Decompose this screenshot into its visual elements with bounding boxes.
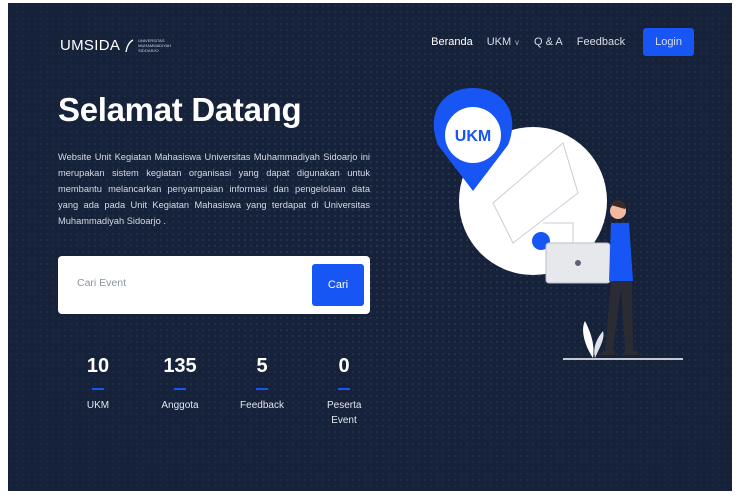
stat-value: 0 [338, 355, 350, 377]
stat-peserta-event: 0 Peserta Event [314, 355, 374, 428]
nav-item-ukm[interactable]: UKM ∨ [487, 36, 520, 48]
plant-icon [583, 321, 594, 358]
brand-logo[interactable]: UMSIDA UNIVERSITAS MUHAMMADIYAH SIDOARJO [60, 37, 178, 54]
brand-name: UMSIDA [60, 37, 121, 54]
stat-value: 5 [256, 355, 268, 377]
chevron-down-icon: ∨ [514, 37, 521, 47]
nav-item-beranda[interactable]: Beranda [431, 36, 473, 48]
search-button[interactable]: Cari [312, 264, 364, 306]
login-button[interactable]: Login [643, 28, 694, 56]
stat-ukm: 10 UKM [68, 355, 128, 413]
hero-illustration: UKM [433, 88, 683, 360]
stat-feedback: 5 Feedback [232, 355, 292, 413]
hero-description: Website Unit Kegiatan Mahasiswa Universi… [58, 152, 370, 226]
stat-value: 135 [163, 355, 197, 377]
pin-label: UKM [455, 128, 491, 145]
logo-swoosh-icon [125, 38, 134, 52]
page-frame: UMSIDA UNIVERSITAS MUHAMMADIYAH SIDOARJO… [8, 3, 732, 491]
main-nav: Beranda UKM ∨ Q & A Feedback Login [431, 28, 694, 56]
search-box: Cari [58, 256, 370, 314]
person-body [609, 223, 633, 281]
stat-label: Anggota [161, 400, 199, 411]
stat-label: Peserta Event [327, 400, 362, 426]
search-input[interactable] [75, 276, 299, 290]
brand-subtitle: UNIVERSITAS MUHAMMADIYAH SIDOARJO [138, 38, 172, 53]
nav-item-qa[interactable]: Q & A [534, 36, 563, 48]
hero-title: Selamat Datang [58, 91, 302, 128]
stat-label: Feedback [240, 400, 284, 411]
stat-anggota: 135 Anggota [150, 355, 210, 413]
nav-item-feedback[interactable]: Feedback [577, 36, 625, 48]
stat-label: UKM [86, 400, 110, 411]
stat-value: 10 [86, 355, 110, 377]
